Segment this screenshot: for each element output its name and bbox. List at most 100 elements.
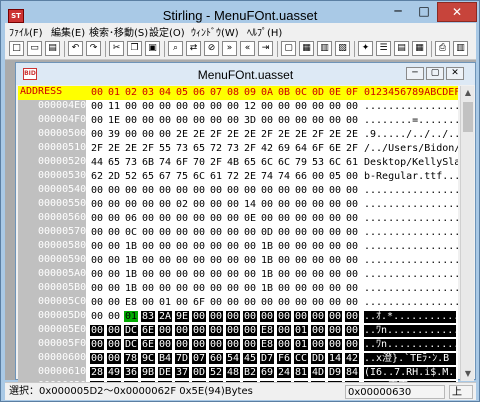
hex-byte[interactable]: 00 xyxy=(141,115,155,126)
hex-byte[interactable]: 00 xyxy=(345,269,359,280)
hex-byte[interactable]: 00 xyxy=(226,115,240,126)
hex-byte[interactable]: 74 xyxy=(260,171,274,182)
document-restore-button[interactable]: ▢ xyxy=(426,67,444,80)
hex-byte[interactable]: 00 xyxy=(158,269,172,280)
ascii-text[interactable]: ..ﾜn............ xyxy=(364,325,458,337)
hex-byte[interactable]: 70 xyxy=(192,157,206,168)
hex-byte[interactable]: 61 xyxy=(209,171,223,182)
hex-byte[interactable]: 42 xyxy=(345,353,359,364)
hex-byte[interactable]: 00 xyxy=(192,311,206,322)
hex-byte[interactable]: 00 xyxy=(345,185,359,196)
hex-byte[interactable]: 00 xyxy=(328,283,342,294)
hex-byte[interactable]: F6 xyxy=(277,353,291,364)
hex-byte[interactable]: 00 xyxy=(311,199,325,210)
hex-row[interactable]: 000005E0 00 00 DC 6E 00 00 00 00 00 00 E8 00 01 00 00 00… xyxy=(18,324,458,338)
hex-byte[interactable]: 00 xyxy=(209,227,223,238)
ascii-text[interactable]: ................ xyxy=(364,297,458,309)
hex-byte[interactable]: 00 xyxy=(158,115,172,126)
hex-row[interactable]: 00000540 00 00 00 00 00 00 00 00 00 00 00 00 00 00 00 00… xyxy=(18,184,458,198)
hex-byte[interactable]: 00 xyxy=(141,241,155,252)
hex-byte[interactable]: 00 xyxy=(175,115,189,126)
hex-byte[interactable]: 00 xyxy=(158,129,172,140)
hex-byte[interactable]: 00 xyxy=(345,339,359,350)
hex-row[interactable]: 00000530 62 2D 52 65 67 75 6C 61 72 2E 74 74 66 00 05 00… xyxy=(18,170,458,184)
window-2-icon[interactable]: ▦ xyxy=(299,41,314,56)
hex-byte[interactable]: 00 xyxy=(90,213,104,224)
hex-byte[interactable]: 00 xyxy=(328,227,342,238)
hex-byte[interactable]: 00 xyxy=(345,171,359,182)
hex-byte[interactable]: 00 xyxy=(311,311,325,322)
hex-byte[interactable]: 00 xyxy=(260,213,274,224)
hex-byte[interactable]: 00 xyxy=(243,297,257,308)
document-close-button[interactable]: ✕ xyxy=(446,67,464,80)
hex-byte[interactable]: 1E xyxy=(107,115,121,126)
hex-byte[interactable]: 3D xyxy=(243,115,257,126)
hex-byte[interactable]: 00 xyxy=(311,213,325,224)
hex-byte[interactable]: 00 xyxy=(209,115,223,126)
hex-byte[interactable]: 00 xyxy=(328,297,342,308)
hex-byte[interactable]: 2F xyxy=(243,143,257,154)
hex-byte[interactable]: 00 xyxy=(175,241,189,252)
hex-byte[interactable]: 4B xyxy=(226,157,240,168)
ascii-text[interactable]: /../Users/Bidon/ xyxy=(364,143,458,155)
hex-byte[interactable]: 69 xyxy=(260,367,274,378)
hex-byte[interactable]: 05 xyxy=(328,171,342,182)
hex-byte[interactable]: 00 xyxy=(192,339,206,350)
hex-row[interactable]: 00000570 00 00 0C 00 00 00 00 00 00 00 0D 00 00 00 00 00… xyxy=(18,226,458,240)
hex-row[interactable]: 000005D0 00 00 01 83 2A 9E 00 00 00 00 00 00 00 00 00 00… xyxy=(18,310,458,324)
hex-byte[interactable]: 00 xyxy=(107,339,121,350)
hex-byte[interactable]: 00 xyxy=(345,227,359,238)
hex-byte[interactable]: 83 xyxy=(141,311,155,322)
hex-byte[interactable]: 0E xyxy=(243,213,257,224)
hex-byte[interactable]: 00 xyxy=(345,311,359,322)
hex-byte[interactable]: 00 xyxy=(175,339,189,350)
undo-icon[interactable]: ↶ xyxy=(68,41,83,56)
hex-byte[interactable]: 00 xyxy=(243,269,257,280)
ascii-text[interactable]: Desktop/KellySla xyxy=(364,157,458,169)
hex-byte[interactable]: 00 xyxy=(311,241,325,252)
hex-byte[interactable]: 48 xyxy=(226,367,240,378)
hex-byte[interactable]: 00 xyxy=(226,227,240,238)
hex-byte[interactable]: 6E xyxy=(141,325,155,336)
hex-row[interactable]: 00000560 00 00 06 00 00 00 00 00 00 0E 00 00 00 00 00 00… xyxy=(18,212,458,226)
menu-file[interactable]: ﾌｧｲﾙ(F) xyxy=(9,24,43,39)
hex-byte[interactable]: 00 xyxy=(90,227,104,238)
hex-byte[interactable]: 00 xyxy=(226,269,240,280)
ascii-text[interactable]: (I6..7.RH.i$.M.. xyxy=(364,367,458,379)
hex-byte[interactable]: 00 xyxy=(107,297,121,308)
hex-byte[interactable]: 00 xyxy=(209,185,223,196)
ascii-text[interactable]: ..ﾜn............ xyxy=(364,339,458,351)
hex-byte[interactable]: 7D xyxy=(175,353,189,364)
hex-byte[interactable]: 00 xyxy=(277,213,291,224)
hex-byte[interactable]: 00 xyxy=(277,283,291,294)
hex-byte[interactable]: 00 xyxy=(345,255,359,266)
hex-byte[interactable]: 00 xyxy=(311,115,325,126)
hex-row[interactable]: 00000610 28 49 36 9B DE 37 0D 52 48 B2 69 24 81 4D D9 84… xyxy=(18,366,458,380)
minimize-button[interactable]: ─ xyxy=(385,2,411,22)
hex-byte[interactable]: 00 xyxy=(158,185,172,196)
hex-byte[interactable]: 00 xyxy=(311,227,325,238)
hex-byte[interactable]: 6C xyxy=(277,157,291,168)
hex-byte[interactable]: 00 xyxy=(141,227,155,238)
hex-byte[interactable]: 00 xyxy=(175,255,189,266)
hex-byte[interactable]: 00 xyxy=(243,227,257,238)
hex-byte[interactable]: 00 xyxy=(90,297,104,308)
hex-byte[interactable]: 72 xyxy=(226,171,240,182)
hex-byte[interactable]: 62 xyxy=(90,171,104,182)
hex-byte[interactable]: 00 xyxy=(243,325,257,336)
hex-byte[interactable]: 00 xyxy=(328,115,342,126)
hex-byte[interactable]: 6E xyxy=(328,143,342,154)
hex-byte[interactable]: 00 xyxy=(311,255,325,266)
hex-byte[interactable]: 00 xyxy=(175,101,189,112)
hex-byte[interactable]: 00 xyxy=(209,283,223,294)
hex-byte[interactable]: 00 xyxy=(90,353,104,364)
hex-byte[interactable]: 00 xyxy=(192,227,206,238)
hex-byte[interactable]: 00 xyxy=(328,101,342,112)
hex-byte[interactable]: 00 xyxy=(192,241,206,252)
hex-byte[interactable]: 00 xyxy=(175,283,189,294)
hex-byte[interactable]: 01 xyxy=(294,325,308,336)
hex-byte[interactable]: 00 xyxy=(90,101,104,112)
hex-byte[interactable]: 00 xyxy=(277,199,291,210)
hex-byte[interactable]: D7 xyxy=(260,353,274,364)
menu-help[interactable]: ﾍﾙﾌﾟ(H) xyxy=(247,24,282,39)
